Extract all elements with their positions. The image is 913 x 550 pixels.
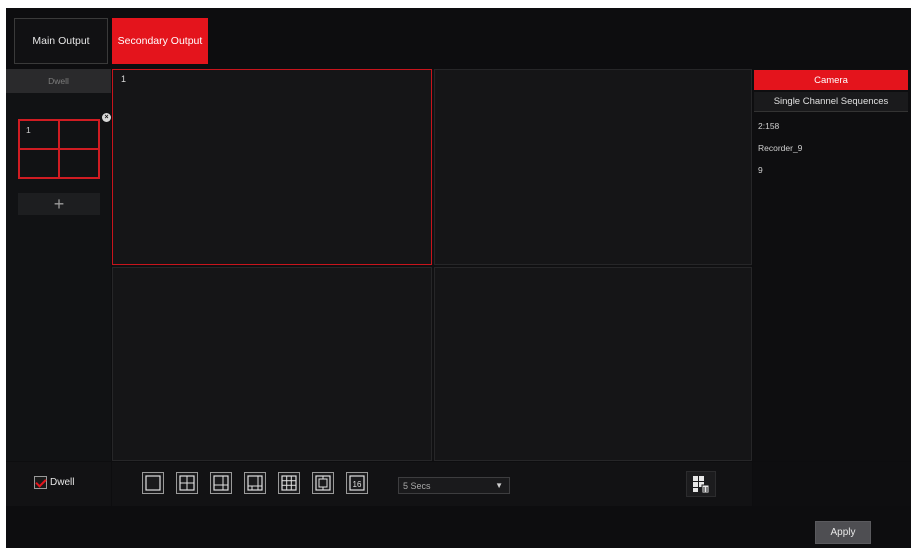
clear-grid-icon <box>693 476 710 494</box>
view-cell-2[interactable] <box>434 69 752 265</box>
tab-secondary-output[interactable]: Secondary Output <box>112 18 208 64</box>
mini-cell <box>59 149 99 178</box>
dwell-checkbox-group[interactable]: Dwell <box>34 476 74 489</box>
list-item[interactable]: 2:158 <box>758 119 802 141</box>
apply-button[interactable]: Apply <box>815 521 871 544</box>
dwell-interval-select[interactable]: 5 Secs ▼ <box>398 477 510 494</box>
layout-6-icon <box>213 475 229 491</box>
add-dwell-button[interactable]: + <box>18 193 100 215</box>
dwell-checkbox-label: Dwell <box>50 477 75 488</box>
clear-layout-button[interactable] <box>686 471 716 497</box>
layout-16-icon: 16 <box>349 475 365 491</box>
svg-text:16: 16 <box>353 480 362 489</box>
layout-13-split-button[interactable] <box>312 472 334 494</box>
layout-9-icon <box>281 475 297 491</box>
layout-4-icon <box>179 475 195 491</box>
output-tabs: Main Output Secondary Output <box>6 8 911 68</box>
layout-9-split-button[interactable] <box>278 472 300 494</box>
dwell-header[interactable]: Dwell <box>6 69 111 93</box>
layout-toolbar: 16 5 Secs ▼ <box>112 462 752 506</box>
layout-16-split-button[interactable]: 16 <box>346 472 368 494</box>
dwell-layout-thumbnail[interactable]: 1 <box>18 119 100 179</box>
dwell-checkbox[interactable] <box>34 476 47 489</box>
source-panel: Camera Single Channel Sequences 2:158 Re… <box>753 69 911 461</box>
right-bottom-spacer <box>753 462 911 506</box>
mini-cell <box>59 120 99 149</box>
list-item[interactable]: Recorder_9 <box>758 141 802 163</box>
mini-cell: 1 <box>19 120 59 149</box>
layout-8-icon <box>247 475 263 491</box>
view-cell-3[interactable] <box>112 267 432 461</box>
layout-13-icon <box>315 475 331 491</box>
mini-cell-label: 1 <box>26 125 31 135</box>
list-item[interactable]: 9 <box>758 163 802 185</box>
tab-camera[interactable]: Camera <box>754 70 908 90</box>
chevron-down-icon: ▼ <box>495 481 503 490</box>
cell-label: 1 <box>121 74 127 84</box>
view-cell-1[interactable]: 1 <box>112 69 432 265</box>
dwell-panel: Dwell 1 × + <box>6 69 111 461</box>
camera-list: 2:158 Recorder_9 9 <box>758 119 802 185</box>
layout-4-split-button[interactable] <box>176 472 198 494</box>
preview-area: 1 <box>112 69 752 461</box>
dwell-control: Dwell <box>6 462 111 506</box>
layout-1-icon <box>145 475 161 491</box>
tab-main-output[interactable]: Main Output <box>14 18 108 64</box>
layout-6-split-button[interactable] <box>210 472 232 494</box>
view-cell-4[interactable] <box>434 267 752 461</box>
remove-dwell-icon[interactable]: × <box>102 113 111 122</box>
mini-cell <box>19 149 59 178</box>
tab-single-channel-sequences[interactable]: Single Channel Sequences <box>754 92 908 112</box>
layout-8-split-button[interactable] <box>244 472 266 494</box>
layout-1-split-button[interactable] <box>142 472 164 494</box>
interval-value: 5 Secs <box>403 480 431 491</box>
